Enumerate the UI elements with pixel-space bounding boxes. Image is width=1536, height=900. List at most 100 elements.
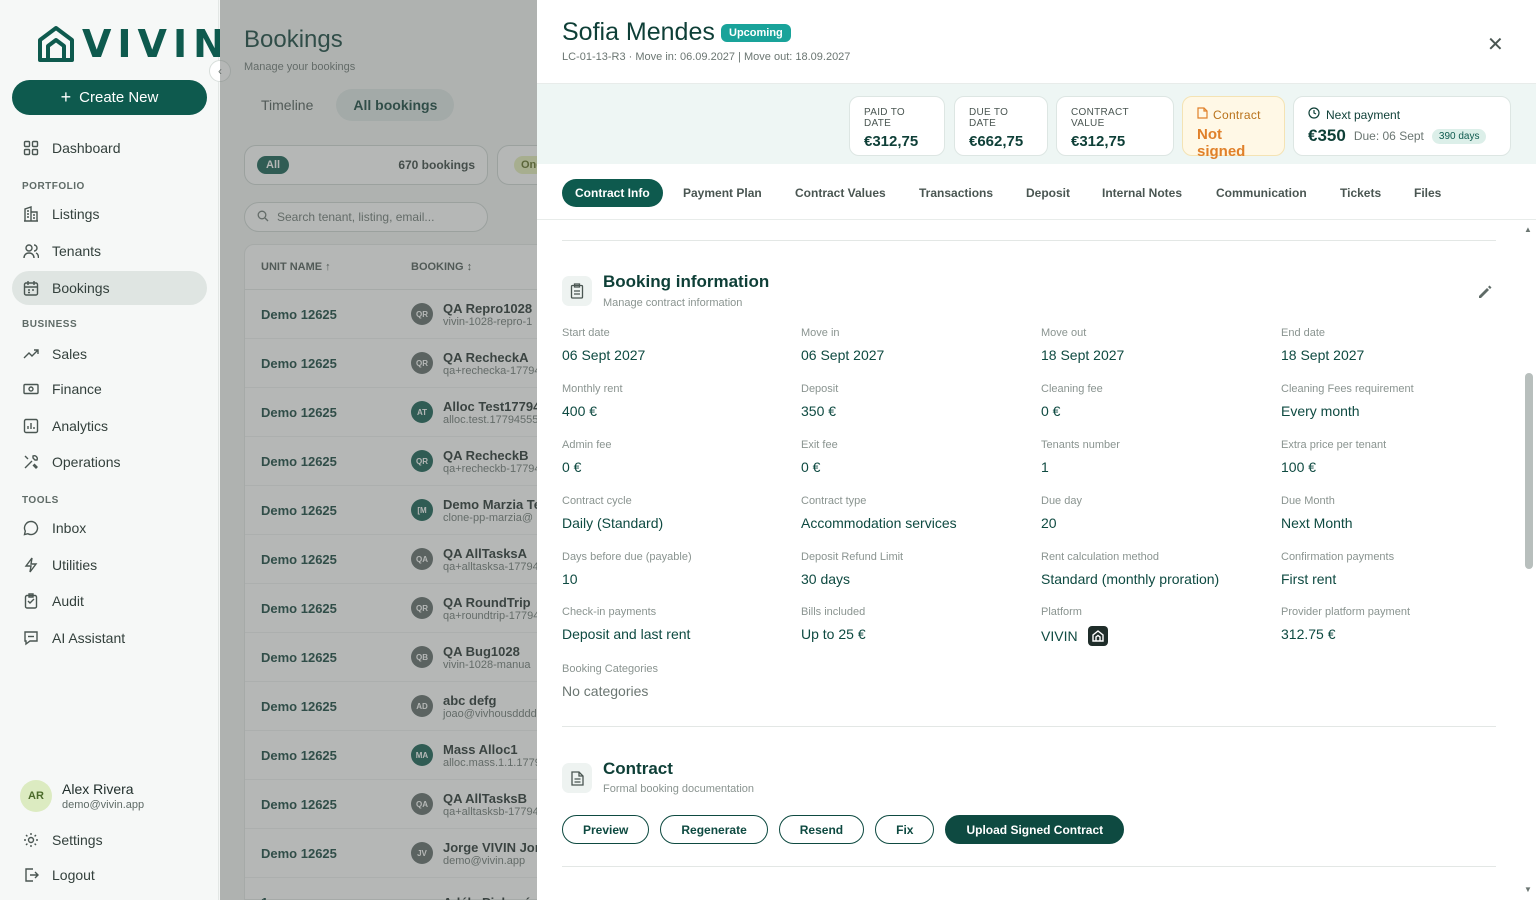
field-start-date: Start date 06 Sept 2027 [562, 327, 645, 363]
card-label: PAID TO DATE [864, 107, 906, 129]
field-label: End date [1281, 327, 1326, 339]
sidebar-item-listings[interactable]: Listings [12, 197, 207, 231]
sidebar-item-finance[interactable]: Finance [12, 372, 207, 406]
panel-scrollbar[interactable]: ▲ ▼ [1523, 225, 1533, 900]
section-portfolio: PORTFOLIO [22, 181, 85, 192]
booking-info-subtitle: Manage contract information [603, 297, 743, 309]
sidebar-item-bookings[interactable]: Bookings [12, 271, 207, 305]
tab-contract-values[interactable]: Contract Values [795, 179, 886, 207]
field-value-row: 0 € [1041, 403, 1103, 419]
field-label: Platform [1041, 606, 1082, 618]
sidebar-item-ai-assistant[interactable]: AI Assistant [12, 621, 207, 655]
field-value: 06 Sept 2027 [562, 347, 646, 363]
field-label: Tenants number [1041, 439, 1120, 451]
resend-button[interactable]: Resend [778, 815, 865, 844]
field-value: 400 € [562, 403, 598, 419]
field-label: Move in [801, 327, 840, 339]
tab-communication[interactable]: Communication [1216, 179, 1307, 207]
sidebar-item-label: Utilities [52, 557, 98, 573]
sidebar-item-inbox[interactable]: Inbox [12, 511, 207, 545]
tools-icon [22, 453, 40, 471]
field-value-row: Deposit and last rent [562, 626, 690, 642]
card-contract-value: CONTRACT VALUE €312,75 [1056, 96, 1174, 156]
field-value-row: First rent [1281, 571, 1394, 587]
clock-icon [1308, 107, 1320, 122]
field-value-row: Every month [1281, 403, 1414, 419]
fix-button[interactable]: Fix [875, 815, 935, 844]
logo-text: VIVIN [82, 22, 231, 66]
create-new-label: Create New [79, 89, 159, 106]
next-payment-due: Due: 06 Sept [1353, 129, 1424, 143]
sidebar-item-operations[interactable]: Operations [12, 445, 207, 479]
field-label: Days before due (payable) [562, 551, 692, 563]
close-icon[interactable]: ✕ [1487, 32, 1504, 57]
user-email: demo@vivin.app [62, 799, 145, 811]
field-exit-fee: Exit fee 0 € [801, 439, 838, 475]
tab-tickets[interactable]: Tickets [1340, 179, 1381, 207]
field-value: 18 Sept 2027 [1281, 347, 1365, 363]
field-value: 06 Sept 2027 [801, 347, 885, 363]
sidebar-item-tenants[interactable]: Tenants [12, 234, 207, 268]
vivin-logo[interactable]: VIVIN [36, 22, 231, 66]
sidebar-item-label: Audit [52, 593, 84, 609]
regenerate-button[interactable]: Regenerate [660, 815, 768, 844]
clipboard-list-icon [562, 276, 592, 306]
field-label: Start date [562, 327, 610, 339]
field-bills-included: Bills included Up to 25 € [801, 606, 866, 642]
sidebar-item-label: Logout [52, 867, 95, 883]
field-label: Due day [1041, 495, 1082, 507]
field-value-row: 06 Sept 2027 [562, 347, 645, 363]
sidebar-item-dashboard[interactable]: Dashboard [12, 131, 207, 165]
field-value: 1 [1041, 459, 1049, 475]
preview-button[interactable]: Preview [562, 815, 650, 844]
sidebar-item-logout[interactable]: Logout [12, 858, 207, 892]
field-extra-price-per-tenant: Extra price per tenant 100 € [1281, 439, 1386, 475]
sidebar-item-utilities[interactable]: Utilities [12, 548, 207, 582]
building-icon [22, 205, 40, 223]
document-icon [1197, 107, 1208, 122]
card-contract-status[interactable]: Contract Not signed [1182, 96, 1285, 160]
tab-transactions[interactable]: Transactions [919, 179, 993, 207]
create-new-button[interactable]: + Create New [12, 80, 207, 115]
contract-subtitle: Formal booking documentation [603, 783, 755, 795]
field-value-row: 350 € [801, 403, 838, 419]
card-value: €662,75 [969, 133, 1024, 150]
gear-icon [22, 831, 40, 849]
sidebar-item-settings[interactable]: Settings [12, 823, 207, 857]
card-paid-to-date: PAID TO DATE €312,75 [849, 96, 945, 156]
scroll-down-arrow[interactable]: ▼ [1524, 885, 1532, 894]
sidebar-item-sales[interactable]: Sales [12, 337, 207, 371]
tab-deposit[interactable]: Deposit [1026, 179, 1070, 207]
tab-payment-plan[interactable]: Payment Plan [683, 179, 762, 207]
field-value-row: 06 Sept 2027 [801, 347, 884, 363]
field-value: 350 € [801, 403, 837, 419]
tab-contract-info[interactable]: Contract Info [562, 179, 663, 207]
field-value-row: 18 Sept 2027 [1281, 347, 1364, 363]
document-icon [562, 763, 592, 793]
scroll-up-arrow[interactable]: ▲ [1524, 225, 1532, 234]
pencil-icon[interactable] [1477, 284, 1493, 305]
tab-internal-notes[interactable]: Internal Notes [1102, 179, 1182, 207]
next-payment-amount: €350 [1308, 126, 1346, 145]
field-check-in-payments: Check-in payments Deposit and last rent [562, 606, 690, 642]
field-platform: Platform VIVIN [1041, 606, 1108, 646]
upload-signed-contract-button[interactable]: Upload Signed Contract [945, 815, 1125, 844]
sidebar-item-analytics[interactable]: Analytics [12, 409, 207, 443]
field-cleaning-fee: Cleaning fee 0 € [1041, 383, 1103, 419]
field-value-row: 20 [1041, 515, 1082, 531]
card-value: €312,75 [1071, 133, 1126, 150]
user-profile[interactable]: AR Alex Rivera demo@vivin.app [20, 780, 144, 812]
field-value: 312.75 € [1281, 626, 1336, 642]
field-label: Admin fee [562, 439, 612, 451]
scroll-thumb[interactable] [1525, 373, 1533, 569]
field-contract-type: Contract type Accommodation services [801, 495, 957, 531]
sidebar-item-audit[interactable]: Audit [12, 584, 207, 618]
sidebar-item-label: Dashboard [52, 140, 121, 156]
section-tools: TOOLS [22, 495, 59, 506]
tab-files[interactable]: Files [1414, 179, 1441, 207]
calendar-icon [22, 279, 40, 297]
field-value: VIVIN [1041, 628, 1078, 644]
next-payment-row: €350 Due: 06 Sept 390 days [1308, 126, 1496, 146]
field-admin-fee: Admin fee 0 € [562, 439, 612, 475]
sidebar-item-label: Finance [52, 381, 102, 397]
